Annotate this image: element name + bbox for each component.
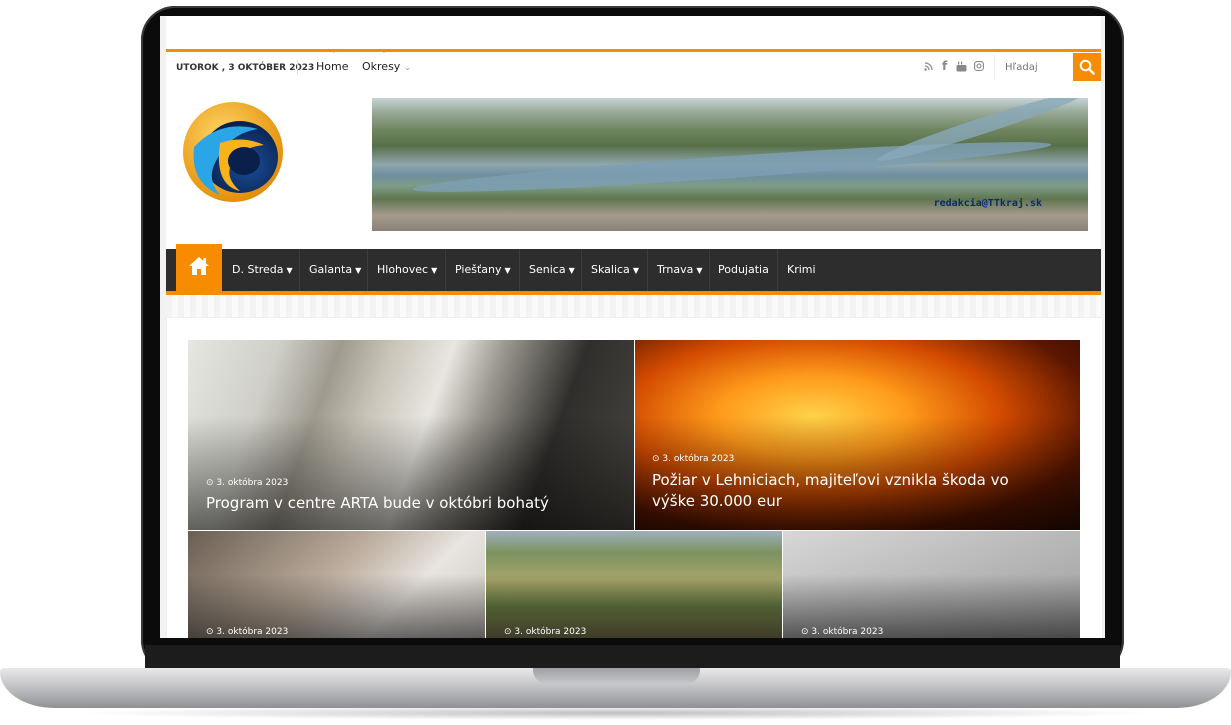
nav-divider [709,249,710,291]
featured-article-1[interactable]: ⊙ 3. októbra 2023 Program v centre ARTA … [188,340,634,530]
title-line: výške 30.000 eur [652,492,782,510]
clock-icon: ⊙ [504,627,512,637]
title-line: Požiar v Lehniciach, majiteľovi vznikla … [652,471,1009,489]
nav-item-trnava[interactable]: Trnava ▼ [657,263,703,276]
article-date-text: 3. októbra 2023 [514,627,587,637]
browser-viewport: UTOROK , 3 OKTÓBER 2023 Home Okresy ⌄ f [160,16,1105,638]
featured-article-2[interactable]: ⊙ 3. októbra 2023 Požiar v Lehniciach, m… [635,340,1080,530]
banner-email: redakcia@TTkraj.sk [933,198,1042,209]
featured-grid: ⊙ 3. októbra 2023 Program v centre ARTA … [166,317,1103,638]
nav-item-hlohovec[interactable]: Hlohovec ▼ [377,263,437,276]
caret-down-icon: ▼ [355,266,362,275]
article-date: ⊙ 3. októbra 2023 [206,478,288,488]
nav-divider [647,249,648,291]
caret-down-icon: ▼ [632,266,639,275]
nav-item-krimi[interactable]: Krimi [787,263,816,276]
nav-label: Galanta [309,263,353,276]
article-date: ⊙ 3. októbra 2023 [206,627,288,637]
home-button[interactable] [176,244,222,291]
clock-icon: ⊙ [206,627,214,637]
search-button[interactable] [1073,53,1101,81]
divider [297,60,298,74]
article-card-4[interactable]: ⊙ 3. októbra 2023 [486,531,782,638]
home-link[interactable]: Home [316,60,348,73]
caret-down-icon: ▼ [568,266,575,275]
nav-item-galanta[interactable]: Galanta ▼ [309,263,361,276]
article-date-text: 3. októbra 2023 [662,454,735,464]
article-date: ⊙ 3. októbra 2023 [801,627,883,637]
okresy-label: Okresy [362,60,401,73]
okresy-menu[interactable]: Okresy ⌄ [362,60,411,73]
caret-down-icon: ▼ [696,266,703,275]
article-date-text: 3. októbra 2023 [216,478,289,488]
clock-icon: ⊙ [801,627,809,637]
main-nav: D. Streda ▼ Galanta ▼ Hlohovec ▼ Piešťany ▼ … [166,244,1101,295]
decorative-stripe [166,295,1101,317]
laptop-shadow [70,706,1160,720]
dropdown-marker [380,49,388,53]
article-date: ⊙ 3. októbra 2023 [652,454,734,464]
caret-down-icon: ▼ [286,266,293,275]
nav-label: D. Streda [232,263,284,276]
rss-icon[interactable] [924,61,934,74]
article-card-3[interactable]: ⊙ 3. októbra 2023 [188,531,485,638]
article-date-text: 3. októbra 2023 [216,627,289,637]
active-marker [330,49,338,53]
clock-icon: ⊙ [206,478,214,488]
article-title[interactable]: Program v centre ARTA bude v októbri boh… [206,493,549,514]
instagram-icon[interactable] [974,61,984,74]
site-logo[interactable] [180,99,286,205]
nav-divider [445,249,446,291]
search-input[interactable] [994,54,1072,80]
header-banner[interactable]: redakcia@TTkraj.sk [372,98,1088,231]
nav-label: Hlohovec [377,263,429,276]
article-date: ⊙ 3. októbra 2023 [504,627,586,637]
nav-item-d-streda[interactable]: D. Streda ▼ [232,263,293,276]
nav-item-podujatia[interactable]: Podujatia [718,263,769,276]
caret-down-icon: ▼ [504,266,511,275]
banner-river [412,133,1052,201]
clock-icon: ⊙ [652,454,660,464]
article-card-5[interactable]: ⊙ 3. októbra 2023 [783,531,1080,638]
nav-item-piestany[interactable]: Piešťany ▼ [455,263,511,276]
nav-item-senica[interactable]: Senica ▼ [529,263,575,276]
nav-label: Skalica [591,263,630,276]
home-icon [189,257,209,275]
nav-label: Trnava [657,263,694,276]
web-page: UTOROK , 3 OKTÓBER 2023 Home Okresy ⌄ f [166,16,1103,638]
nav-divider [519,249,520,291]
nav-divider [299,249,300,291]
laptop-notch [533,668,700,684]
nav-label: Piešťany [455,263,502,276]
current-date: UTOROK , 3 OKTÓBER 2023 [176,63,315,73]
top-bar: UTOROK , 3 OKTÓBER 2023 Home Okresy ⌄ f [166,49,1101,85]
nav-divider [581,249,582,291]
article-title[interactable]: Požiar v Lehniciach, majiteľovi vznikla … [652,470,1009,512]
search-icon [1079,59,1095,75]
nav-divider [367,249,368,291]
facebook-icon[interactable]: f [942,59,947,73]
youtube-icon[interactable] [956,61,967,75]
chevron-down-icon: ⌄ [403,63,412,73]
article-date-text: 3. októbra 2023 [811,627,884,637]
site-header: redakcia@TTkraj.sk [166,83,1101,249]
nav-label: Senica [529,263,566,276]
nav-divider [777,249,778,291]
nav-item-skalica[interactable]: Skalica ▼ [591,263,639,276]
caret-down-icon: ▼ [431,266,438,275]
